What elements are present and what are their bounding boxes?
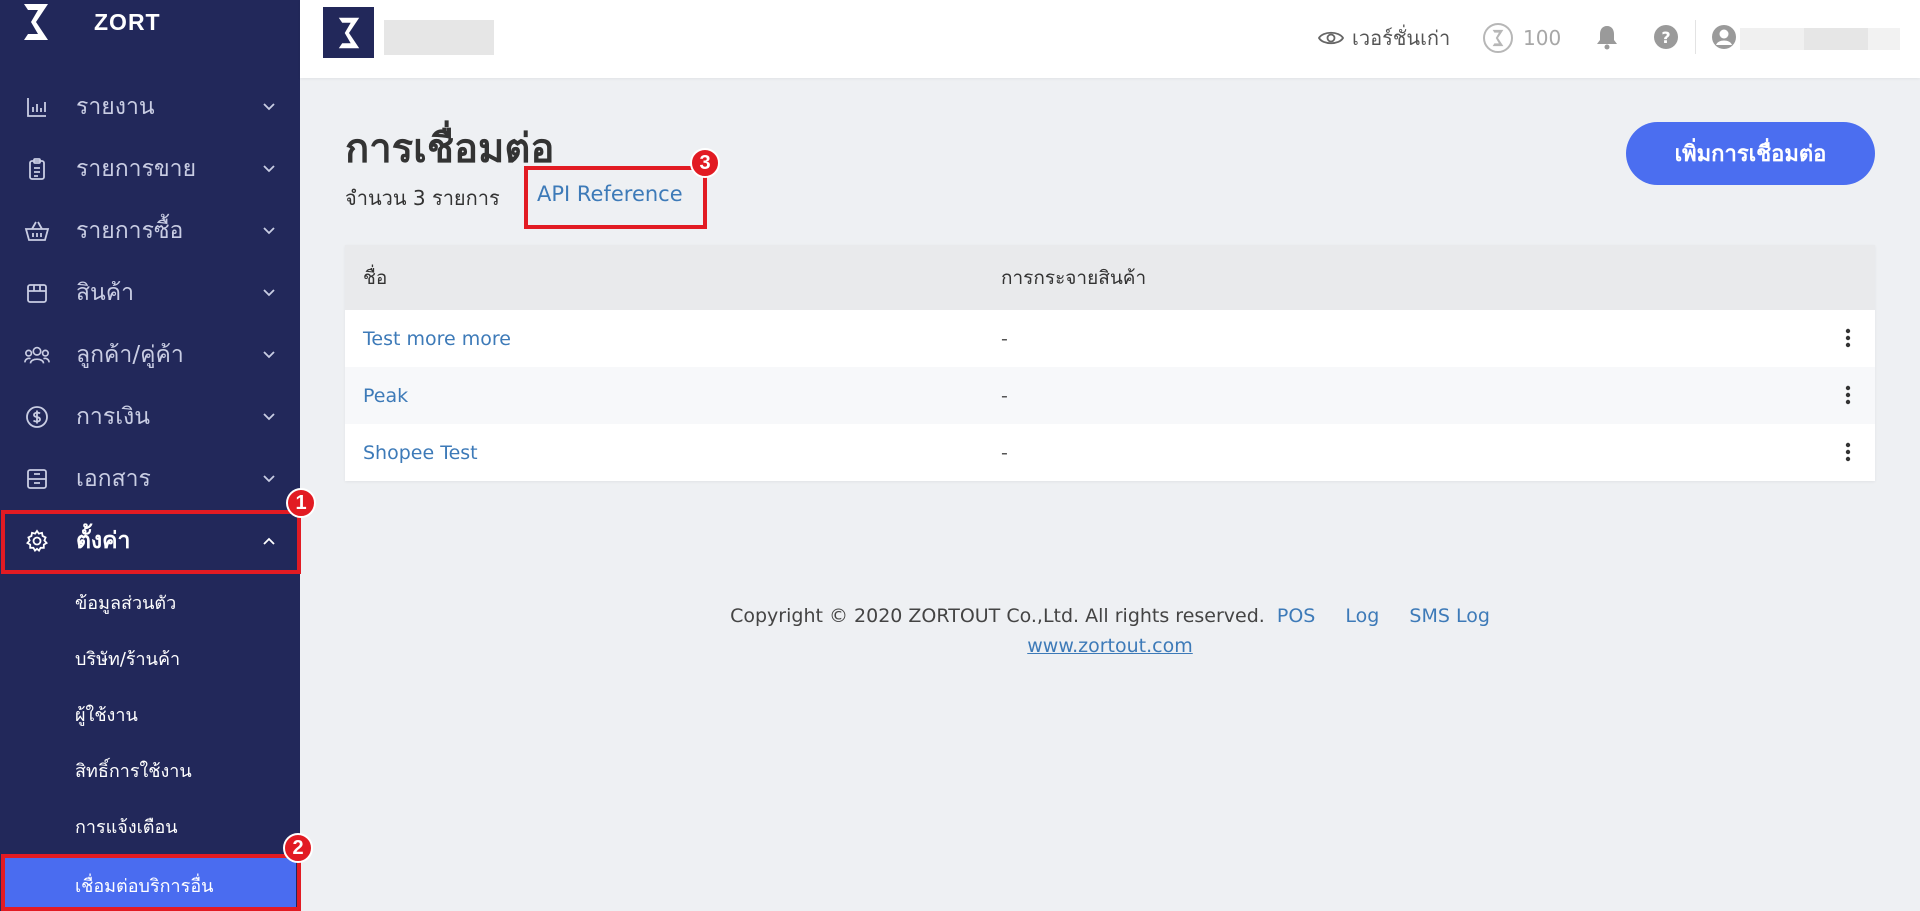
help-icon[interactable]: ? [1652, 20, 1680, 54]
box-icon [24, 280, 50, 306]
zort-logo-icon[interactable] [323, 7, 374, 58]
sub-item-label: ข้อมูลส่วนตัว [75, 592, 177, 614]
footer-website-line: www.zortout.com [300, 635, 1920, 657]
topbar-divider [1695, 20, 1696, 54]
chevron-down-icon [262, 162, 276, 176]
step-badge-1: 1 [286, 488, 316, 518]
chevron-up-icon [262, 534, 276, 548]
kebab-menu-icon[interactable] [1833, 323, 1863, 353]
sidebar-item-label: ตั้งค่า [76, 528, 131, 554]
old-version-link[interactable]: เวอร์ชั่นเก่า [1318, 18, 1450, 58]
table-header: ชื่อ การกระจายสินค้า [345, 245, 1875, 310]
sub-item-permissions[interactable]: สิทธิ์การใช้งาน [0, 742, 300, 798]
table-row: Test more more - [345, 310, 1875, 367]
chevron-down-icon [262, 286, 276, 300]
footer-link-sms-log[interactable]: SMS Log [1409, 605, 1490, 627]
sidebar-item-sales[interactable]: รายการขาย [0, 138, 300, 200]
bell-icon[interactable] [1593, 20, 1621, 54]
chevron-down-icon [262, 224, 276, 238]
footer-website-link[interactable]: www.zortout.com [1027, 635, 1193, 657]
sidebar-item-settings[interactable]: ตั้งค่า [0, 510, 300, 572]
chevron-down-icon [262, 348, 276, 362]
sub-item-notifications[interactable]: การแจ้งเตือน [0, 798, 300, 854]
column-header-name: ชื่อ [363, 266, 388, 289]
brand-name: ZORT [94, 8, 161, 35]
sidebar-item-reports[interactable]: รายงาน [0, 76, 300, 138]
sidebar-item-documents[interactable]: เอกสาร [0, 448, 300, 510]
chevron-down-icon [262, 100, 276, 114]
sub-item-label: เชื่อมต่อบริการอื่น [75, 875, 214, 897]
zort-logo-icon [20, 2, 52, 42]
integration-count: จำนวน 3 รายการ [345, 186, 500, 210]
distribution-value: - [1001, 384, 1008, 407]
distribution-value: - [1001, 327, 1008, 350]
api-reference-link[interactable]: API Reference [537, 182, 683, 206]
gear-icon [24, 528, 50, 554]
sub-item-integrations[interactable]: เชื่อมต่อบริการอื่น [4, 857, 296, 911]
integration-name-link[interactable]: Test more more [363, 310, 511, 367]
sidebar-item-label: การเงิน [76, 404, 151, 430]
user-name-placeholder[interactable] [1740, 28, 1900, 50]
basket-icon [24, 218, 50, 244]
distribution-value: - [1001, 441, 1008, 464]
table-row: Shopee Test - [345, 424, 1875, 481]
kebab-menu-icon[interactable] [1833, 437, 1863, 467]
sidebar-item-label: สินค้า [76, 280, 135, 306]
sub-item-profile[interactable]: ข้อมูลส่วนตัว [0, 574, 300, 630]
integration-name-link[interactable]: Shopee Test [363, 424, 478, 481]
users-icon [24, 342, 50, 368]
svg-text:?: ? [1661, 28, 1670, 47]
sub-item-company[interactable]: บริษัท/ร้านค้า [0, 630, 300, 686]
points-value: 100 [1523, 26, 1562, 50]
coin-icon [1483, 23, 1513, 53]
sub-item-label: สิทธิ์การใช้งาน [75, 760, 192, 782]
clipboard-icon [24, 156, 50, 182]
sidebar-item-label: ลูกค้า/คู่ค้า [76, 342, 184, 368]
user-avatar-icon[interactable] [1710, 20, 1738, 54]
sidebar-item-products[interactable]: สินค้า [0, 262, 300, 324]
sub-item-label: บริษัท/ร้านค้า [75, 648, 181, 670]
archive-icon [24, 466, 50, 492]
sidebar-item-label: เอกสาร [76, 466, 151, 492]
sidebar-item-label: รายการขาย [76, 156, 197, 182]
sidebar-item-purchases[interactable]: รายการซื้อ [0, 200, 300, 262]
footer-link-pos[interactable]: POS [1277, 605, 1315, 627]
sub-item-users[interactable]: ผู้ใช้งาน [0, 686, 300, 742]
dollar-icon [24, 404, 50, 430]
sidebar-item-label: รายการซื้อ [76, 218, 184, 244]
bar-chart-icon [24, 94, 50, 120]
brand[interactable]: ZORT [20, 2, 161, 42]
sidebar-item-finance[interactable]: การเงิน [0, 386, 300, 448]
step-badge-3: 3 [690, 148, 720, 178]
page-title: การเชื่อมต่อ [345, 126, 555, 172]
footer-copyright: Copyright © 2020 ZORTOUT Co.,Ltd. All ri… [730, 605, 1265, 627]
sidebar-item-label: รายงาน [76, 94, 155, 120]
footer-copyright-line: Copyright © 2020 ZORTOUT Co.,Ltd. All ri… [300, 605, 1920, 627]
sidebar: ZORT รายงาน รายการขาย รายการซื้อ สินค้า [0, 0, 300, 911]
step-badge-2: 2 [283, 833, 313, 863]
chevron-down-icon [262, 410, 276, 424]
store-name-placeholder [384, 20, 494, 55]
footer-link-log[interactable]: Log [1345, 605, 1379, 627]
integrations-table: ชื่อ การกระจายสินค้า Test more more - Pe… [345, 245, 1875, 481]
points-balance[interactable]: 100 [1483, 18, 1561, 58]
eye-icon [1318, 31, 1344, 45]
sub-item-label: การแจ้งเตือน [75, 816, 178, 838]
add-integration-button[interactable]: เพิ่มการเชื่อมต่อ [1626, 122, 1875, 185]
table-row: Peak - [345, 367, 1875, 424]
old-version-label: เวอร์ชั่นเก่า [1352, 26, 1451, 50]
column-header-distribution: การกระจายสินค้า [1001, 266, 1147, 289]
kebab-menu-icon[interactable] [1833, 380, 1863, 410]
sub-item-label: ผู้ใช้งาน [75, 704, 138, 726]
sidebar-item-contacts[interactable]: ลูกค้า/คู่ค้า [0, 324, 300, 386]
top-bar: เวอร์ชั่นเก่า 100 ? [300, 0, 1920, 78]
integration-name-link[interactable]: Peak [363, 367, 408, 424]
chevron-down-icon [262, 472, 276, 486]
